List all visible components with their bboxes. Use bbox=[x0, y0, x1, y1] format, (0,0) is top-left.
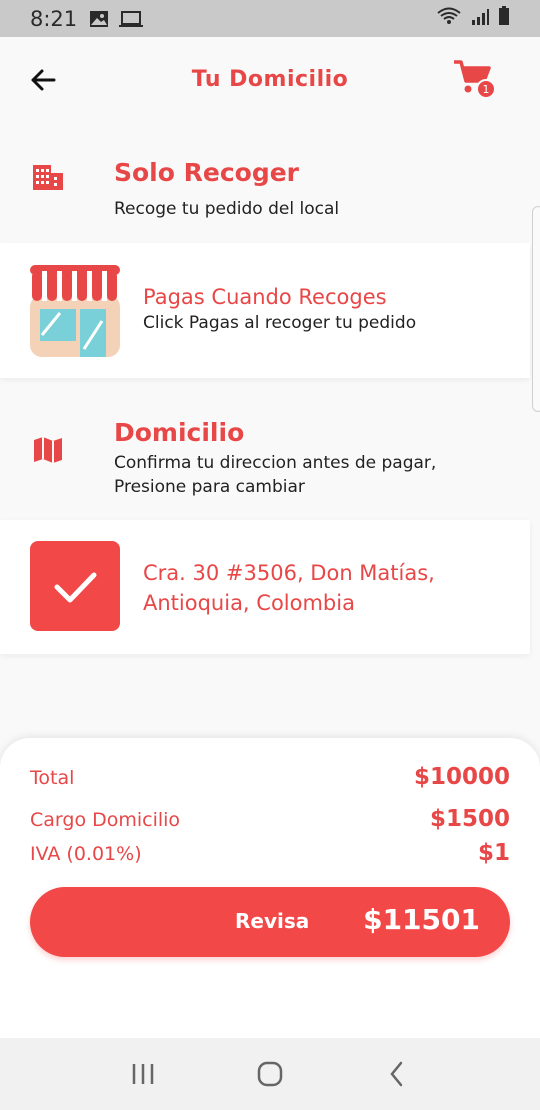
checkout-amount: $11501 bbox=[363, 903, 480, 936]
signal-icon bbox=[470, 7, 490, 31]
status-bar: 8:21 bbox=[0, 0, 540, 37]
option-title: Domicilio bbox=[114, 418, 245, 447]
address-line1: Cra. 30 #3506, Don Matías, bbox=[143, 561, 435, 585]
option-title: Pagas Cuando Recoges bbox=[143, 285, 387, 309]
option-subtitle: Recoge tu pedido del local bbox=[114, 199, 340, 219]
iva-label: IVA (0.01%) bbox=[30, 843, 142, 865]
wifi-icon bbox=[436, 6, 462, 31]
app-header: Tu Domicilio 1 bbox=[0, 37, 540, 122]
option-subtitle-line2: Presione para cambiar bbox=[114, 477, 305, 497]
option-subtitle: Click Pagas al recoger tu pedido bbox=[143, 313, 417, 333]
summary-total-row: Total $10000 bbox=[30, 764, 510, 790]
page-title: Tu Domicilio bbox=[191, 67, 349, 92]
delivery-value: $1500 bbox=[429, 806, 510, 832]
image-icon bbox=[89, 10, 109, 28]
cart-button[interactable]: 1 bbox=[452, 59, 498, 101]
checkout-label: Revisa bbox=[235, 909, 310, 933]
scroll-handle[interactable] bbox=[532, 206, 540, 412]
chevron-left-icon bbox=[390, 1061, 402, 1087]
option-title: Solo Recoger bbox=[114, 158, 300, 187]
summary-delivery-row: Cargo Domicilio $1500 bbox=[30, 806, 510, 832]
laptop-icon bbox=[119, 10, 144, 28]
arrow-left-icon bbox=[31, 69, 56, 91]
system-nav-bar bbox=[0, 1038, 540, 1110]
recent-apps-icon bbox=[133, 1064, 154, 1084]
option-domicilio[interactable]: Domicilio Confirma tu direccion antes de… bbox=[0, 412, 540, 507]
check-icon bbox=[54, 572, 97, 603]
address-checkbox[interactable] bbox=[30, 541, 120, 631]
address-line2: Antioquia, Colombia bbox=[143, 591, 355, 615]
home-button[interactable] bbox=[250, 1054, 290, 1094]
system-back-button[interactable] bbox=[377, 1054, 417, 1094]
option-pagas-cuando-recoges[interactable]: Pagas Cuando Recoges Click Pagas al reco… bbox=[0, 243, 530, 378]
status-time: 8:21 bbox=[30, 6, 78, 31]
map-icon bbox=[33, 436, 63, 468]
cart-count-badge: 1 bbox=[476, 79, 496, 99]
iva-value: $1 bbox=[477, 840, 510, 866]
option-subtitle-line1: Confirma tu direccion antes de pagar, bbox=[114, 453, 437, 473]
storefront-icon bbox=[30, 265, 120, 361]
back-button[interactable] bbox=[28, 65, 58, 95]
address-card[interactable]: Cra. 30 #3506, Don Matías, Antioquia, Co… bbox=[0, 520, 530, 654]
order-summary: Total $10000 Cargo Domicilio $1500 IVA (… bbox=[0, 738, 540, 1038]
delivery-label: Cargo Domicilio bbox=[30, 809, 181, 831]
summary-iva-row: IVA (0.01%) $1 bbox=[30, 840, 510, 866]
total-value: $10000 bbox=[413, 764, 510, 790]
status-right-icons bbox=[436, 6, 510, 31]
total-label: Total bbox=[30, 767, 75, 789]
option-solo-recoger[interactable]: Solo Recoger Recoge tu pedido del local bbox=[0, 150, 540, 230]
building-icon bbox=[32, 163, 64, 195]
recent-apps-button[interactable] bbox=[123, 1054, 163, 1094]
home-icon bbox=[257, 1061, 283, 1087]
battery-icon bbox=[498, 6, 510, 31]
checkout-button[interactable]: Revisa $11501 bbox=[30, 887, 510, 957]
